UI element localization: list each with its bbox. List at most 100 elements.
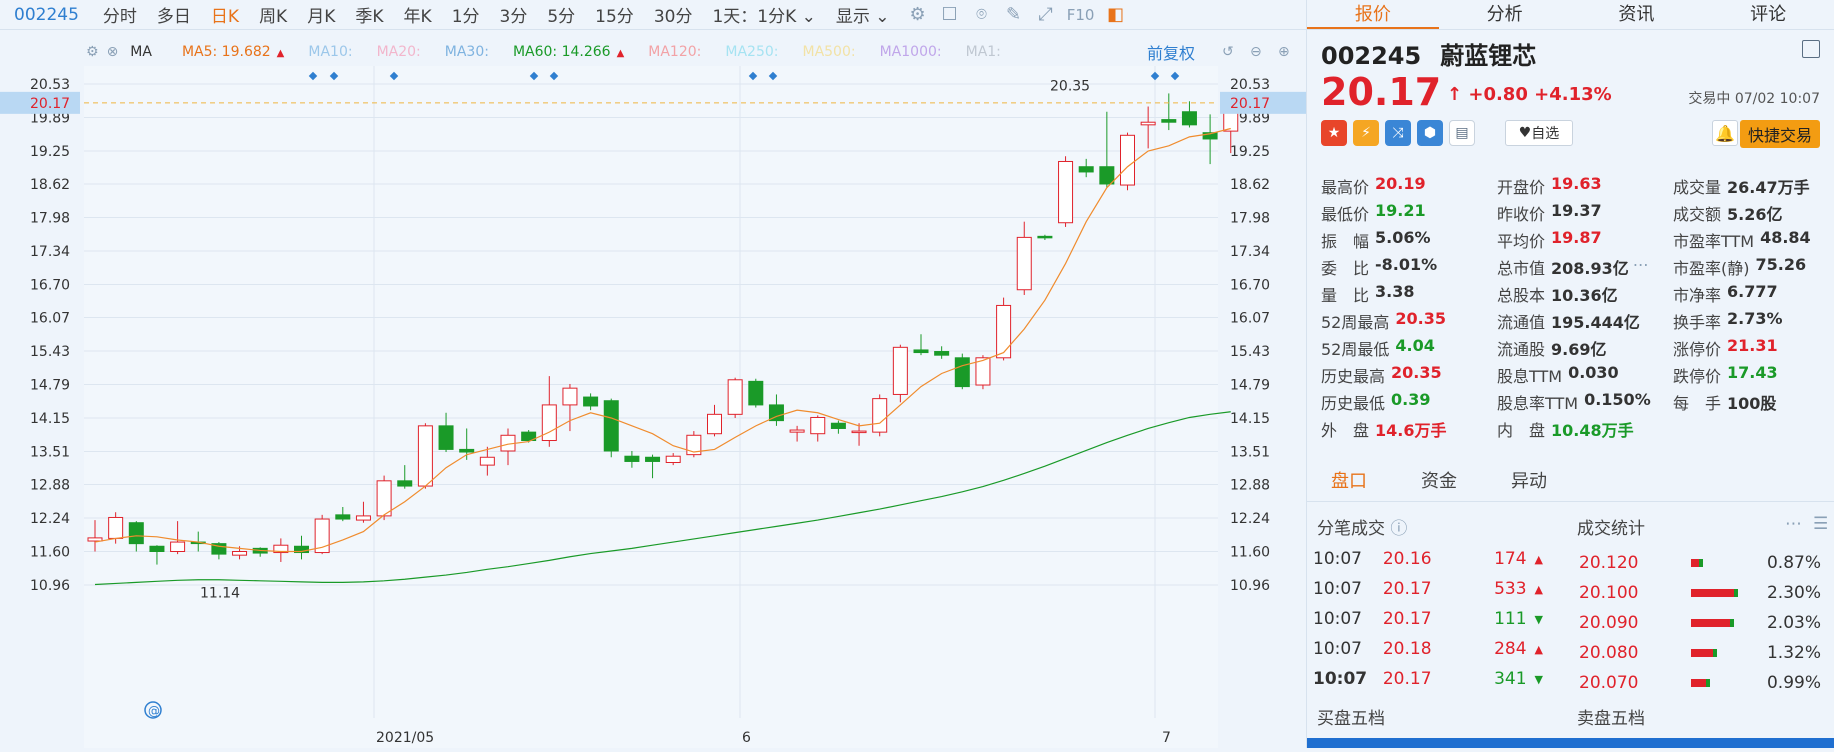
candle-body[interactable] <box>1161 119 1177 123</box>
candle-body[interactable] <box>149 545 165 552</box>
candle-body[interactable] <box>810 416 826 435</box>
ma-item-8[interactable]: MA1000: <box>880 44 942 60</box>
candle-body[interactable] <box>913 349 929 354</box>
fullscreen-icon[interactable]: ⤢ <box>1032 1 1060 29</box>
ma-item-0[interactable]: MA5: 19.682 ▲ <box>182 44 284 60</box>
settings-icon[interactable]: ⚙ <box>86 44 99 60</box>
candle-body[interactable] <box>624 455 640 462</box>
candle-body[interactable] <box>438 425 454 450</box>
ma-item-9[interactable]: MA1: <box>966 44 1001 60</box>
period-11[interactable]: 30分 <box>644 2 703 27</box>
candle-body[interactable] <box>603 400 619 452</box>
pen-icon[interactable]: ✎ <box>1000 1 1028 29</box>
candle-body[interactable] <box>479 456 495 466</box>
candle-body[interactable] <box>1078 166 1094 173</box>
flag-icon[interactable]: ★ <box>1321 120 1347 146</box>
add-favorite-button[interactable]: ♥ 自选 <box>1505 120 1573 146</box>
candle-body[interactable] <box>541 404 557 442</box>
ma-item-5[interactable]: MA120: <box>648 44 701 60</box>
candle-body[interactable] <box>128 522 144 545</box>
bookmark-icon[interactable] <box>1802 40 1820 58</box>
zoom-in-icon[interactable]: ⊕ <box>1278 44 1290 60</box>
candle-body[interactable] <box>851 430 867 434</box>
more-icon[interactable]: ⋯ <box>1633 255 1649 279</box>
period-8[interactable]: 3分 <box>490 2 538 27</box>
ma-label[interactable]: MA <box>130 44 152 60</box>
more-icon[interactable]: ⋯ <box>1785 514 1802 534</box>
quick-trade-button[interactable]: 快捷交易 <box>1740 120 1820 148</box>
candle-body[interactable] <box>645 456 661 462</box>
candle-body[interactable] <box>1120 134 1135 186</box>
f10-button[interactable]: F10 <box>1064 1 1098 29</box>
candle-body[interactable] <box>1181 111 1197 126</box>
stock-code-label[interactable]: 002245 <box>0 5 93 25</box>
bell-icon[interactable]: 🔔 <box>1712 120 1738 146</box>
square-icon[interactable]: ☐ <box>936 1 964 29</box>
kline-svg[interactable]: 20.53 20.5319.89 19.8919.25 19.2518.62 18.62… <box>0 66 1306 748</box>
kline-chart[interactable]: 20.53 20.53 19.89 19.89 19.25 19.25 18.62 18.62… <box>0 66 1306 748</box>
ma-item-6[interactable]: MA250: <box>725 44 778 60</box>
candle-body[interactable] <box>1140 121 1156 126</box>
candle-body[interactable] <box>727 379 743 415</box>
candle-body[interactable] <box>830 422 846 429</box>
close-icon[interactable]: ⊗ <box>107 44 119 60</box>
ma-item-2[interactable]: MA20: <box>377 44 421 60</box>
right-tab-0[interactable]: 报价 <box>1307 0 1439 29</box>
candle-body[interactable] <box>355 515 371 521</box>
candle-body[interactable] <box>376 480 392 517</box>
candle-body[interactable] <box>417 425 433 487</box>
ma-item-7[interactable]: MA500: <box>802 44 855 60</box>
right-tab-3[interactable]: 评论 <box>1702 0 1834 29</box>
candle-body[interactable] <box>789 429 805 433</box>
candle-body[interactable] <box>232 550 248 556</box>
lightning-icon[interactable]: ⚡ <box>1353 120 1379 146</box>
period-3[interactable]: 周K <box>249 2 297 27</box>
shuffle-icon[interactable]: ⤨ <box>1385 120 1411 146</box>
candle-body[interactable] <box>583 396 599 407</box>
period-9[interactable]: 5分 <box>537 2 585 27</box>
settings-icon[interactable]: ⚙ <box>904 1 932 29</box>
period-2[interactable]: 日K <box>201 2 249 27</box>
period-10[interactable]: 15分 <box>585 2 644 27</box>
panel-toggle-icon[interactable]: ◧ <box>1102 1 1130 29</box>
candle-body[interactable] <box>459 448 475 453</box>
candle-body[interactable] <box>397 480 413 487</box>
candle-body[interactable] <box>1099 166 1115 185</box>
candle-body[interactable] <box>934 351 950 356</box>
ma-item-1[interactable]: MA10: <box>308 44 352 60</box>
sub-tab-2[interactable]: 异动 <box>1487 467 1547 493</box>
candle-body[interactable] <box>170 541 186 552</box>
candle-body[interactable] <box>108 516 124 539</box>
candle-body[interactable] <box>748 380 764 406</box>
camera-icon[interactable]: ⌾ <box>968 1 996 29</box>
candle-body[interactable] <box>996 304 1012 359</box>
zoom-out-icon[interactable]: ⊖ <box>1250 44 1262 60</box>
candle-body[interactable] <box>562 387 578 406</box>
buy-orderbook-label[interactable]: 买盘五档 <box>1317 704 1385 729</box>
sell-orderbook-label[interactable]: 卖盘五档 <box>1577 704 1645 729</box>
candle-body[interactable] <box>954 357 970 388</box>
period-1[interactable]: 多日 <box>147 2 201 27</box>
period-7[interactable]: 1分 <box>442 2 490 27</box>
adjust-button[interactable]: 前复权 <box>1147 40 1195 64</box>
period-0[interactable]: 分时 <box>93 2 147 27</box>
ma-item-4[interactable]: MA60: 14.266 ▲ <box>513 44 624 60</box>
candle-body[interactable] <box>872 398 888 433</box>
candle-body[interactable] <box>1058 160 1074 224</box>
candle-body[interactable] <box>87 537 103 542</box>
list-icon[interactable]: ☰ <box>1813 514 1828 534</box>
reset-icon[interactable]: ↺ <box>1222 44 1234 60</box>
right-tab-2[interactable]: 资讯 <box>1571 0 1703 29</box>
period-5[interactable]: 季K <box>345 2 393 27</box>
ma-item-3[interactable]: MA30: <box>445 44 489 60</box>
display-menu[interactable]: 显示 ⌄ <box>826 2 900 27</box>
note-icon[interactable]: ▤ <box>1449 120 1475 146</box>
period-12[interactable]: 1天：1分K ⌄ <box>702 2 825 27</box>
candle-body[interactable] <box>665 455 681 463</box>
sub-tab-1[interactable]: 资金 <box>1397 467 1457 493</box>
candle-body[interactable] <box>1016 236 1032 291</box>
period-6[interactable]: 年K <box>394 2 442 27</box>
candle-body[interactable] <box>892 346 908 395</box>
candle-body[interactable] <box>1037 235 1053 239</box>
sub-tab-0[interactable]: 盘口 <box>1307 467 1367 493</box>
